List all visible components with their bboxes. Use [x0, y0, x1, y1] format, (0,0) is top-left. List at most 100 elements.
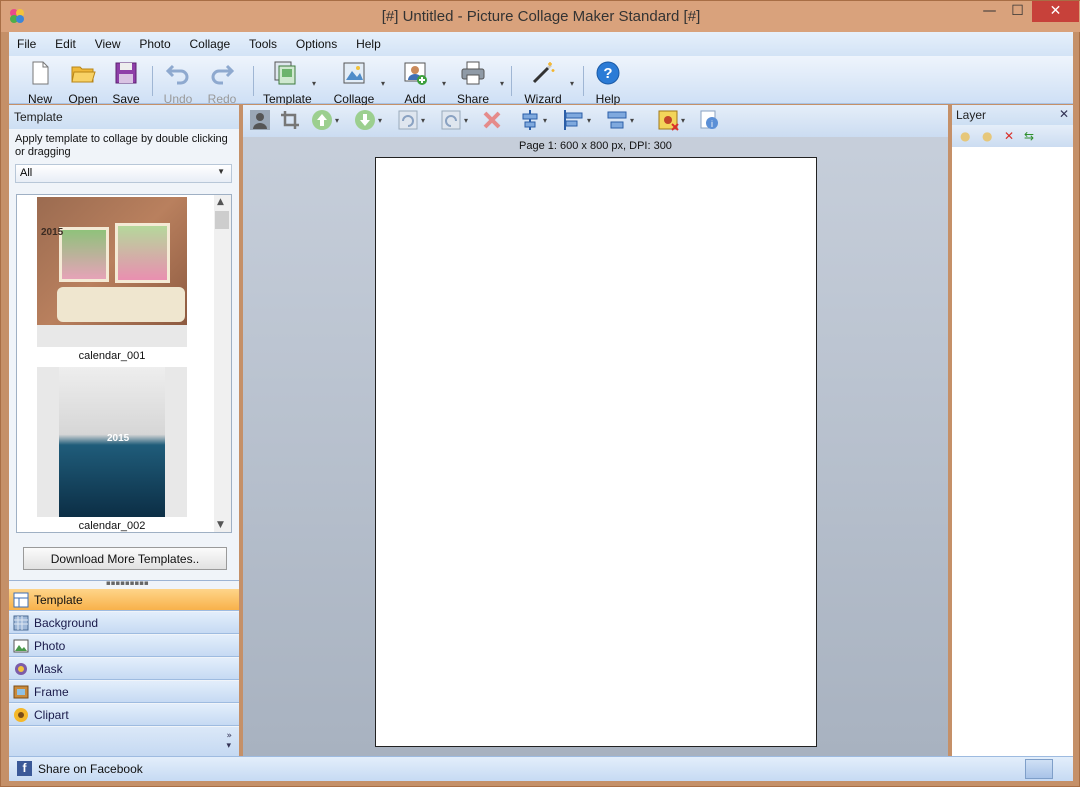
layer-swap-icon[interactable]: ⇆	[1024, 129, 1034, 143]
chevron-down-icon: ▼	[217, 167, 225, 176]
nav-item-mask[interactable]: Mask	[9, 658, 239, 680]
template-thumbnail-calendar-002[interactable]: 2015	[37, 367, 187, 517]
layer-delete-icon[interactable]: ✕	[1004, 129, 1014, 143]
nav-item-label: Background	[34, 616, 99, 630]
bring-forward-icon[interactable]	[311, 109, 333, 131]
delete-x-icon[interactable]	[481, 109, 503, 131]
nav-item-label: Photo	[34, 639, 66, 653]
effects-dropdown-arrow[interactable]: ▾	[681, 109, 689, 131]
share-on-facebook-link[interactable]: Share on Facebook	[38, 762, 143, 776]
calendar-002-preview-image: 2015	[59, 367, 165, 517]
scroll-up-icon[interactable]: ▲	[217, 197, 224, 207]
rotate-right-icon[interactable]	[397, 109, 419, 131]
nav-item-photo[interactable]: Photo	[9, 635, 239, 657]
crop-icon[interactable]	[279, 109, 301, 131]
open-button[interactable]: Open	[61, 58, 105, 106]
template-list[interactable]: 2015 calendar_001 2015 calendar_002 ▲ ▼	[16, 194, 232, 533]
nav-item-frame[interactable]: Frame	[9, 681, 239, 703]
template-dropdown-arrow[interactable]: ▾	[312, 79, 316, 88]
menu-bar: File Edit View Photo Collage Tools Optio…	[9, 32, 1073, 56]
menu-photo[interactable]: Photo	[131, 32, 177, 51]
calendar-001-preview-image: 2015	[37, 197, 187, 325]
send-backward-dropdown-arrow[interactable]: ▾	[378, 109, 386, 131]
effects-image-icon[interactable]	[657, 109, 679, 131]
nav-item-template[interactable]: Template	[9, 589, 239, 611]
template-button[interactable]: Template ▾	[263, 58, 316, 106]
menu-file[interactable]: File	[9, 32, 43, 51]
new-button[interactable]: New	[18, 58, 62, 106]
menu-help[interactable]: Help	[348, 32, 388, 51]
close-button[interactable]: ✕	[1032, 1, 1079, 22]
nav-item-clipart[interactable]: Clipart	[9, 704, 239, 726]
template-list-scrollbar[interactable]: ▲ ▼	[214, 195, 231, 532]
maximize-button[interactable]: ☐	[1004, 1, 1031, 22]
layer-panel: Layer ✕ ● ● ✕ ⇆	[952, 105, 1073, 756]
collage-button[interactable]: Collage ▾	[332, 58, 385, 106]
scroll-down-icon[interactable]: ▼	[217, 520, 224, 530]
wizard-dropdown-arrow[interactable]: ▾	[570, 79, 574, 88]
wizard-button[interactable]: Wizard ▾	[521, 58, 574, 106]
align-dropdown-arrow[interactable]: ▾	[543, 109, 551, 131]
menu-collage[interactable]: Collage	[182, 32, 238, 51]
properties-info-icon[interactable]: i	[698, 109, 720, 131]
flip-icon[interactable]	[440, 109, 462, 131]
person-silhouette-icon[interactable]	[249, 109, 271, 131]
redo-label: Redo	[207, 92, 237, 106]
undo-button[interactable]: Undo	[156, 58, 200, 106]
align-left-dropdown-arrow[interactable]: ▾	[587, 109, 595, 131]
scrollbar-thumb[interactable]	[215, 211, 229, 229]
collage-page[interactable]	[375, 157, 817, 747]
toolbar-separator	[253, 66, 254, 96]
save-button[interactable]: Save	[104, 58, 148, 106]
menu-edit[interactable]: Edit	[47, 32, 83, 51]
distribute-icon[interactable]	[606, 109, 628, 131]
close-icon[interactable]: ✕	[1059, 107, 1069, 121]
redo-button[interactable]: Redo	[200, 58, 244, 106]
template-caption: calendar_001	[78, 350, 146, 362]
send-backward-icon[interactable]	[354, 109, 376, 131]
expand-more-icon[interactable]: » ▾	[226, 731, 232, 751]
layer-down-icon[interactable]: ●	[982, 129, 992, 143]
template-thumbnail-calendar-001[interactable]: 2015	[37, 197, 187, 347]
undo-arrow-icon	[165, 64, 189, 85]
share-dropdown-arrow[interactable]: ▾	[500, 79, 504, 88]
menu-tools[interactable]: Tools	[241, 32, 284, 51]
page-info-label: Page 1: 600 x 800 px, DPI: 300	[519, 140, 672, 152]
facebook-icon[interactable]: f	[17, 761, 32, 776]
help-button[interactable]: ? Help	[586, 58, 630, 106]
share-button[interactable]: Share ▾	[451, 58, 504, 106]
nav-item-background[interactable]: Background	[9, 612, 239, 634]
app-window: [#] Untitled - Picture Collage Maker Sta…	[0, 0, 1080, 787]
nav-item-label: Mask	[34, 662, 63, 676]
menu-options[interactable]: Options	[288, 32, 344, 51]
monitor-icon[interactable]	[1025, 759, 1053, 779]
minimize-button[interactable]: —	[976, 1, 1003, 22]
select-value: All	[20, 167, 33, 179]
help-question-icon: ?	[596, 61, 620, 85]
bring-forward-dropdown-arrow[interactable]: ▾	[335, 109, 343, 131]
collage-dropdown-arrow[interactable]: ▾	[381, 79, 385, 88]
layer-up-icon[interactable]: ●	[960, 129, 970, 143]
calendar-grid	[57, 287, 185, 322]
layer-toolbar: ● ● ✕ ⇆	[952, 125, 1073, 147]
template-grid-icon	[13, 592, 29, 608]
flip-dropdown-arrow[interactable]: ▾	[464, 109, 472, 131]
menu-view[interactable]: View	[87, 32, 128, 51]
sunflower-clipart-icon	[14, 708, 28, 722]
svg-text:i: i	[711, 119, 713, 129]
nav-footer: » ▾	[9, 727, 239, 756]
align-left-icon[interactable]	[563, 109, 585, 131]
panel-splitter[interactable]: ▪▪▪▪▪▪▪▪▪	[9, 579, 239, 587]
add-button[interactable]: Add ▾	[393, 58, 446, 106]
align-center-icon[interactable]	[519, 109, 541, 131]
distribute-dropdown-arrow[interactable]: ▾	[630, 109, 638, 131]
toolbar-separator	[152, 66, 153, 96]
template-category-select[interactable]: All ▼	[15, 164, 232, 183]
canvas-toolbar: ▾ ▾ ▾ ▾ ▾ ▾ ▾ ▾ i	[243, 105, 948, 137]
add-dropdown-arrow[interactable]: ▾	[442, 79, 446, 88]
floppy-disk-icon	[115, 62, 137, 84]
new-label: New	[27, 92, 52, 106]
download-more-templates-button[interactable]: Download More Templates..	[23, 547, 227, 570]
rotate-dropdown-arrow[interactable]: ▾	[421, 109, 429, 131]
layer-panel-title: Layer	[956, 108, 987, 122]
